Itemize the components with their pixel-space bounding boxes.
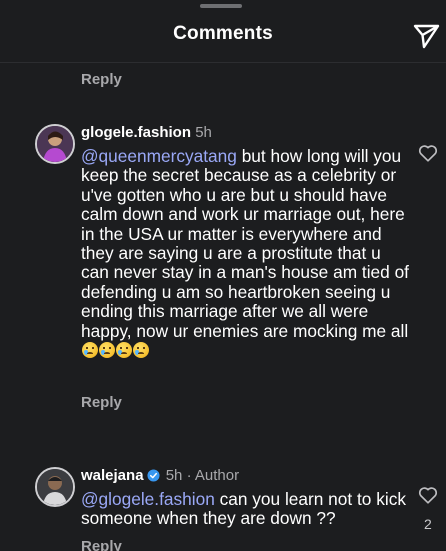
comment-body-text: but how long will you keep the secret be… <box>81 146 409 341</box>
comments-sheet: Comments Reply glogele.fashion 5h @queen… <box>0 0 446 551</box>
heart-outline-icon[interactable] <box>417 484 439 506</box>
comment-header: glogele.fashion 5h <box>81 124 212 142</box>
avatar[interactable] <box>35 467 75 507</box>
comment-text: @queenmercyatang but how long will you k… <box>81 146 411 360</box>
crying-face-emoji <box>99 342 115 359</box>
avatar[interactable] <box>35 124 75 164</box>
comment-username[interactable]: glogele.fashion <box>81 124 191 141</box>
heart-outline-icon[interactable] <box>417 142 439 164</box>
comment-time: 5h <box>195 124 212 141</box>
avatar-image <box>37 126 73 162</box>
mention-link[interactable]: @queenmercyatang <box>81 146 237 166</box>
sheet-grab-handle[interactable] <box>200 4 242 8</box>
verified-badge-icon <box>147 469 160 482</box>
header-divider <box>0 62 446 63</box>
page-title: Comments <box>173 23 273 44</box>
reply-button[interactable]: Reply <box>81 71 122 88</box>
mention-link[interactable]: @glogele.fashion <box>81 489 215 509</box>
crying-face-emoji <box>116 342 132 359</box>
avatar-image <box>37 469 73 505</box>
author-tag: · Author <box>186 467 240 484</box>
crying-face-emoji <box>82 342 98 359</box>
comment-header: walejana 5h · Author <box>81 467 239 485</box>
comment-time: 5h <box>165 467 183 484</box>
paper-plane-icon[interactable] <box>411 20 441 50</box>
like-count: 2 <box>424 516 432 532</box>
comment-text: @glogele.fashion can you learn not to ki… <box>81 489 411 529</box>
reply-button[interactable]: Reply <box>81 394 122 411</box>
reply-button[interactable]: Reply <box>81 538 122 551</box>
crying-face-emoji <box>133 342 149 359</box>
comment-username[interactable]: walejana <box>81 467 144 484</box>
